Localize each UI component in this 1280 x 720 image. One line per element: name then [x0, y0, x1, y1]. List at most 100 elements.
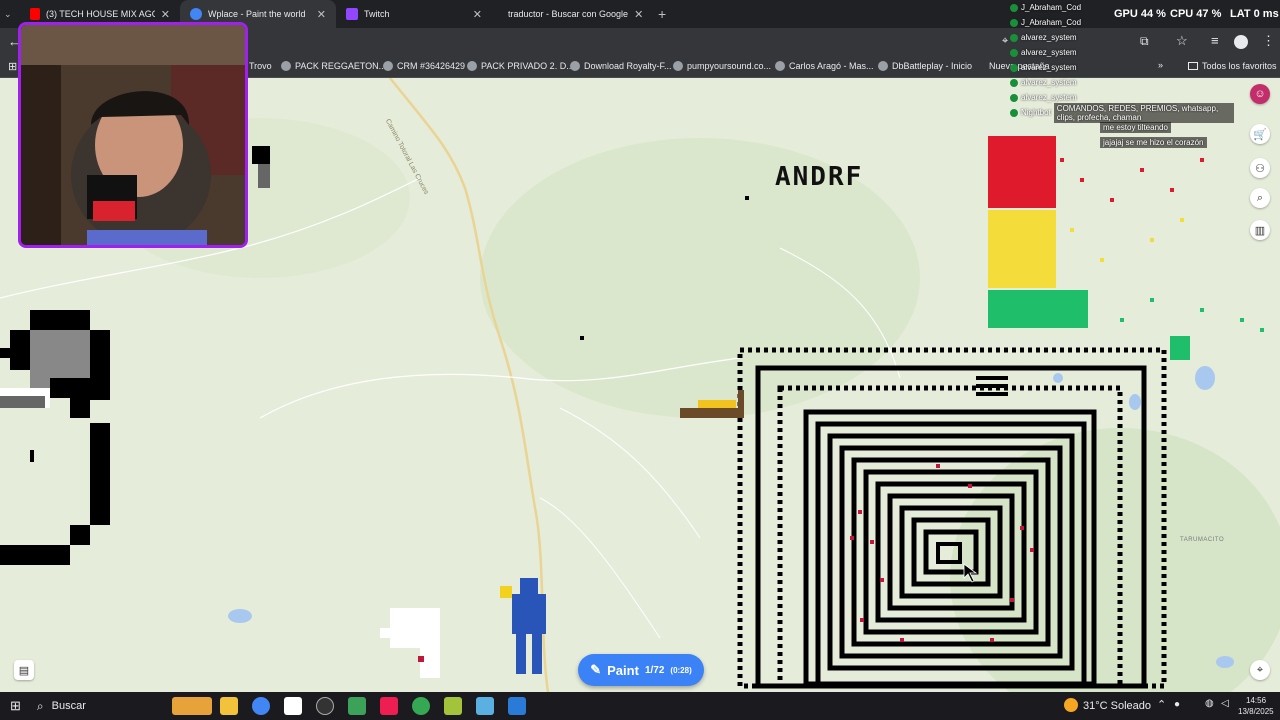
bookmark-favicon-icon — [383, 61, 393, 71]
crosshair-icon: ⌖ — [1256, 663, 1264, 676]
paint-timer: (0:28) — [670, 665, 692, 675]
bookmark-label: PACK PRIVADO 2. D... — [481, 61, 574, 71]
tab-list-button[interactable]: ⌄ — [0, 0, 20, 28]
tab-title: Twitch — [364, 9, 390, 19]
chrome-icon[interactable] — [251, 697, 270, 715]
tab-title: (3) TECH HOUSE MIX AGOSTO — [45, 9, 155, 19]
place-label: TARUMACITO — [1180, 537, 1225, 543]
search-icon: ⌕ — [36, 698, 44, 713]
bookmark-download-royalty[interactable]: Download Royalty-F... — [570, 61, 672, 71]
bookmark-favicon-icon — [775, 61, 785, 71]
chat-message: Nightbot COMANDOS, REDES, PREMIOS, whats… — [1010, 102, 1234, 123]
app-icon[interactable] — [283, 697, 302, 715]
clock-time[interactable]: 14:56 — [1246, 696, 1266, 705]
bar-chart-icon: ▥ — [1254, 224, 1266, 237]
location-icon[interactable]: ⌖ — [1002, 35, 1008, 48]
chat-message: alvarez_system — [1010, 60, 1234, 75]
widget-icon[interactable] — [171, 697, 212, 715]
badge-icon — [1010, 63, 1018, 72]
layers-button[interactable]: ▤ — [14, 660, 34, 680]
chat-message: alvarez_system — [1010, 45, 1234, 60]
bookmark-pack-privado[interactable]: PACK PRIVADO 2. D... — [467, 61, 574, 71]
apps-icon[interactable]: ⊞ — [8, 60, 17, 73]
app-icon[interactable] — [475, 697, 494, 715]
chevron-down-icon: ⌄ — [4, 8, 12, 19]
new-tab-button[interactable]: + — [648, 0, 676, 28]
tab-title: traductor - Buscar con Google — [508, 9, 629, 19]
bookmark-favicon-icon — [878, 61, 888, 71]
stats-button[interactable]: ▥ — [1250, 220, 1270, 240]
user-icon: ☺ — [1254, 88, 1266, 100]
locate-button[interactable]: ⌖ — [1250, 660, 1270, 680]
windows-taskbar: ⊞ ⌕ Buscar 31°C Soleado ⌃ ● ◍ ◁ 14:56 13… — [0, 692, 1280, 720]
badge-icon — [1010, 108, 1018, 117]
bookmark-label: Carlos Aragó - Mas... — [789, 61, 874, 71]
badge-icon — [1010, 18, 1018, 27]
badge-icon — [1010, 3, 1018, 12]
plus-icon: + — [658, 6, 667, 22]
chat-text: jajajaj se me hizo el corazón — [1100, 137, 1207, 148]
bookmark-pumpyoursound[interactable]: pumpyoursound.co... — [673, 61, 771, 71]
chevron-up-icon[interactable]: ⌃ — [1157, 698, 1166, 711]
bookmark-label: PACK REGGAETON... — [295, 61, 387, 71]
twitch-icon — [346, 8, 358, 20]
chat-message: J_Abraham_Cod — [1010, 0, 1234, 15]
store-button[interactable]: 🛒 — [1250, 124, 1270, 144]
obs-icon[interactable] — [315, 697, 334, 715]
tab-title: Wplace - Paint the world — [208, 9, 306, 19]
app-icon[interactable] — [347, 697, 366, 715]
mic-icon[interactable]: ● — [1174, 699, 1180, 710]
bookmark-label: CRM #36426429 — [397, 61, 466, 71]
windows-start-icon[interactable]: ⊞ — [10, 698, 21, 714]
chat-message: jajajaj se me hizo el corazón — [1100, 135, 1234, 150]
chat-user: Nightbot — [1021, 108, 1051, 117]
leaderboard-button[interactable]: ⚇ — [1250, 158, 1270, 178]
chat-user: alvarez_system — [1021, 78, 1077, 87]
lat-stat: LAT 0 ms — [1230, 8, 1279, 20]
bookmark-pack-reggaeton[interactable]: PACK REGGAETON... — [281, 61, 386, 71]
tiktok-icon[interactable] — [379, 697, 398, 715]
streamer-video — [21, 25, 245, 245]
cart-icon: 🛒 — [1253, 128, 1267, 141]
network-icon[interactable]: ◍ — [1205, 698, 1214, 709]
more-icon[interactable]: ⋮ — [1262, 33, 1275, 49]
chat-message: alvarez_system — [1010, 75, 1234, 90]
bookmark-dbbattleplay[interactable]: DbBattleplay - Inicio — [878, 61, 972, 71]
clock-date[interactable]: 13/8/2025 — [1238, 707, 1274, 716]
badge-icon — [1010, 33, 1018, 42]
volume-icon[interactable]: ◁ — [1221, 698, 1229, 709]
youtube-icon — [30, 8, 40, 20]
taskbar-search[interactable]: Buscar — [52, 700, 162, 712]
paint-label: Paint — [607, 662, 639, 678]
app-icon[interactable] — [443, 697, 462, 715]
chat-message: alvarez_system — [1010, 30, 1234, 45]
bookmark-favicon-icon — [281, 61, 291, 71]
paint-button[interactable]: ✎ Paint 1/72 (0:28) — [578, 654, 704, 686]
chat-text: COMANDOS, REDES, PREMIOS, whatsapp, clip… — [1053, 102, 1234, 123]
bookmark-favicon-icon — [673, 61, 683, 71]
chrome-icon[interactable] — [411, 697, 430, 715]
app-icon[interactable] — [507, 697, 526, 715]
close-icon[interactable]: ✕ — [161, 8, 170, 21]
bookmark-crm[interactable]: CRM #36426429 — [383, 61, 465, 71]
search-icon: ⌕ — [1256, 191, 1264, 204]
close-icon[interactable]: ✕ — [473, 8, 482, 21]
profile-avatar[interactable] — [1234, 35, 1248, 49]
close-icon[interactable]: ✕ — [317, 8, 326, 21]
bookmark-label: DbBattleplay - Inicio — [892, 61, 973, 71]
bookmark-carlos-arago[interactable]: Carlos Aragó - Mas... — [775, 61, 874, 71]
search-button[interactable]: ⌕ — [1250, 188, 1270, 208]
close-icon[interactable]: ✕ — [634, 8, 643, 21]
tab-twitch[interactable]: Twitch ✕ — [336, 0, 492, 28]
file-explorer-icon[interactable] — [219, 697, 238, 715]
chat-user: J_Abraham_Cod — [1021, 18, 1082, 27]
chat-user: alvarez_system — [1021, 63, 1077, 72]
weather-text[interactable]: 31°C Soleado — [1083, 700, 1151, 712]
profile-button[interactable]: ☺ — [1250, 84, 1270, 104]
chat-text: me estoy tilteando — [1100, 122, 1171, 133]
badge-icon — [1010, 78, 1018, 87]
bookmark-trovo[interactable]: Trovo — [249, 61, 272, 71]
tab-google[interactable]: traductor - Buscar con Google ✕ — [492, 0, 648, 28]
sun-icon — [1064, 698, 1078, 712]
globe-icon — [190, 8, 202, 20]
